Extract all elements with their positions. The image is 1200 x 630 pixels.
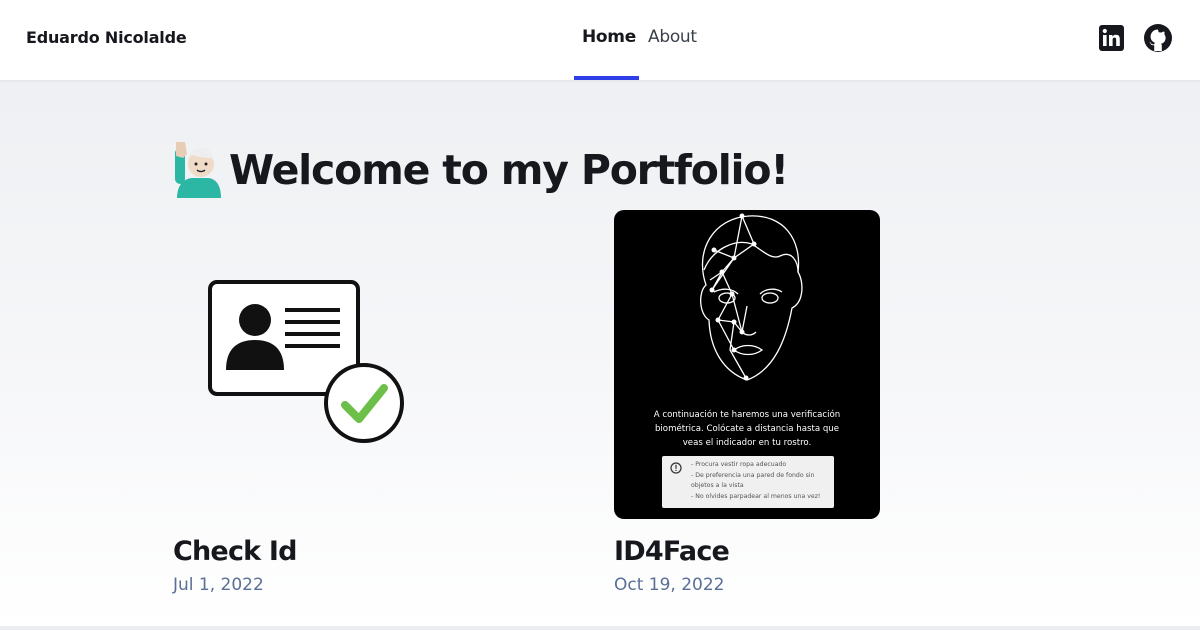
active-nav-indicator [574, 76, 639, 80]
site-header: Eduardo Nicolalde Home About [0, 0, 1200, 80]
project-date: Oct 19, 2022 [614, 575, 725, 595]
person-raising-hand-emoji-icon [175, 142, 221, 198]
linkedin-link[interactable] [1099, 25, 1124, 51]
project-card[interactable]: A continuación te haremos una verificaci… [614, 210, 1014, 595]
project-thumbnail[interactable]: A continuación te haremos una verificaci… [614, 210, 880, 519]
tip-item: objetos a la vista [691, 482, 744, 489]
tips-box: - Procura vestir ropa adecuado - De pref… [662, 456, 834, 508]
nav-link-about[interactable]: About [648, 27, 697, 47]
tips-list: - Procura vestir ropa adecuado - De pref… [691, 460, 831, 502]
page-bottom-divider [0, 626, 1200, 630]
github-icon [1144, 24, 1172, 52]
face-mesh-icon [700, 213, 803, 381]
main-nav: Home About [0, 0, 1200, 80]
project-thumbnail[interactable] [173, 210, 439, 519]
tip-item: - Procura vestir ropa adecuado [691, 461, 787, 468]
instruction-line: A continuación te haremos una verificaci… [653, 410, 841, 420]
project-title[interactable]: Check Id [173, 536, 297, 567]
instruction-line: veas el indicador en tu rostro. [682, 438, 812, 448]
linkedin-icon [1099, 25, 1124, 51]
welcome-section: Welcome to my Portfolio! [173, 140, 789, 200]
tip-item: - No olvides parpadear al menos una vez! [691, 492, 821, 500]
project-title[interactable]: ID4Face [614, 536, 730, 567]
project-date: Jul 1, 2022 [173, 575, 264, 595]
project-card[interactable]: Check Id Jul 1, 2022 [173, 210, 573, 595]
verification-instructions: A continuación te haremos una verificaci… [614, 408, 880, 450]
page-title: Welcome to my Portfolio! [229, 146, 789, 194]
nav-link-home[interactable]: Home [582, 27, 636, 47]
id-card-check-icon [208, 280, 404, 443]
tip-item: - De preferencia una pared de fondo sin [691, 471, 815, 479]
instruction-line: biométrica. Colócate a distancia hasta q… [654, 424, 840, 434]
alert-circle-icon [670, 462, 682, 474]
github-link[interactable] [1143, 22, 1173, 54]
